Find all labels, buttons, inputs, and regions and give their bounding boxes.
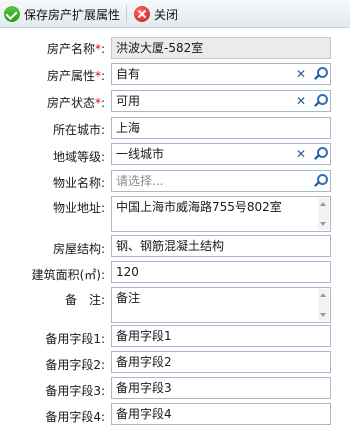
property-attr-label: 房产属性*: xyxy=(46,69,105,83)
remark-value: 备注 xyxy=(116,291,141,305)
scroll-up-icon xyxy=(320,202,326,206)
spare3-input[interactable]: 备用字段3 xyxy=(111,377,331,399)
spare1-input[interactable]: 备用字段1 xyxy=(111,325,331,347)
property-attr-value: 自有 xyxy=(116,67,141,81)
area-value: 120 xyxy=(116,265,139,279)
city-input[interactable]: 上海 xyxy=(111,117,331,139)
structure-input[interactable]: 钢、钢筋混凝土结构 xyxy=(111,235,331,257)
property-address-value: 中国上海市威海路755号802室 xyxy=(116,200,282,214)
save-button[interactable]: 保存房产扩展属性 xyxy=(4,4,120,24)
scrollbar[interactable] xyxy=(318,198,329,230)
check-circle-icon xyxy=(4,6,20,22)
region-level-select[interactable]: 一线城市 ✕ xyxy=(111,143,331,165)
spare4-label: 备用字段4: xyxy=(45,410,105,424)
region-level-value: 一线城市 xyxy=(116,147,165,161)
structure-label: 房屋结构: xyxy=(52,242,105,256)
clear-x-icon[interactable]: ✕ xyxy=(292,65,310,83)
city-label: 所在城市: xyxy=(52,123,105,137)
city-value: 上海 xyxy=(116,121,141,135)
property-name-value: 洪波大厦-582室 xyxy=(116,41,204,55)
close-button-label: 关闭 xyxy=(154,7,179,22)
spare3-value: 备用字段3 xyxy=(116,381,172,395)
spare2-input[interactable]: 备用字段2 xyxy=(111,351,331,373)
scroll-down-icon xyxy=(320,313,326,317)
property-address-textarea[interactable]: 中国上海市威海路755号802室 xyxy=(111,196,331,232)
scroll-up-icon xyxy=(320,293,326,297)
spare1-value: 备用字段1 xyxy=(116,329,172,343)
spare2-value: 备用字段2 xyxy=(116,355,172,369)
property-status-label: 房产状态*: xyxy=(46,96,105,110)
spare4-input[interactable]: 备用字段4 xyxy=(111,403,331,425)
area-label: 建筑面积(㎡): xyxy=(31,268,105,282)
property-name-field[interactable]: 洪波大厦-582室 xyxy=(111,37,331,59)
region-level-label: 地域等级: xyxy=(52,150,105,164)
spare1-label: 备用字段1: xyxy=(45,332,105,346)
property-mgmt-placeholder: 请选择... xyxy=(116,174,164,188)
property-address-label: 物业地址: xyxy=(52,201,105,215)
toolbar-separator xyxy=(126,5,127,23)
property-status-select[interactable]: 可用 ✕ xyxy=(111,90,331,112)
toolbar: 保存房产扩展属性 关闭 xyxy=(0,0,350,28)
property-status-value: 可用 xyxy=(116,94,141,108)
area-input[interactable]: 120 xyxy=(111,261,331,283)
structure-value: 钢、钢筋混凝土结构 xyxy=(116,239,225,253)
spare3-label: 备用字段3: xyxy=(45,384,105,398)
clear-x-icon[interactable]: ✕ xyxy=(292,145,310,163)
save-button-label: 保存房产扩展属性 xyxy=(24,7,121,22)
spare4-value: 备用字段4 xyxy=(116,407,172,421)
search-icon[interactable] xyxy=(311,92,329,110)
search-icon[interactable] xyxy=(311,65,329,83)
property-mgmt-label: 物业名称: xyxy=(52,176,105,190)
clear-x-icon[interactable]: ✕ xyxy=(292,92,310,110)
spare2-label: 备用字段2: xyxy=(45,358,105,372)
close-button[interactable]: 关闭 xyxy=(134,4,178,24)
property-name-label: 房产名称*: xyxy=(46,42,105,56)
search-icon[interactable] xyxy=(311,145,329,163)
property-attr-select[interactable]: 自有 ✕ xyxy=(111,63,331,85)
search-icon[interactable] xyxy=(311,172,329,190)
scrollbar[interactable] xyxy=(318,289,329,321)
property-mgmt-select[interactable]: 请选择... xyxy=(111,170,331,192)
remark-textarea[interactable]: 备注 xyxy=(111,287,331,323)
remark-label: 备 注: xyxy=(64,293,105,307)
close-circle-icon xyxy=(134,6,150,22)
scroll-down-icon xyxy=(320,222,326,226)
